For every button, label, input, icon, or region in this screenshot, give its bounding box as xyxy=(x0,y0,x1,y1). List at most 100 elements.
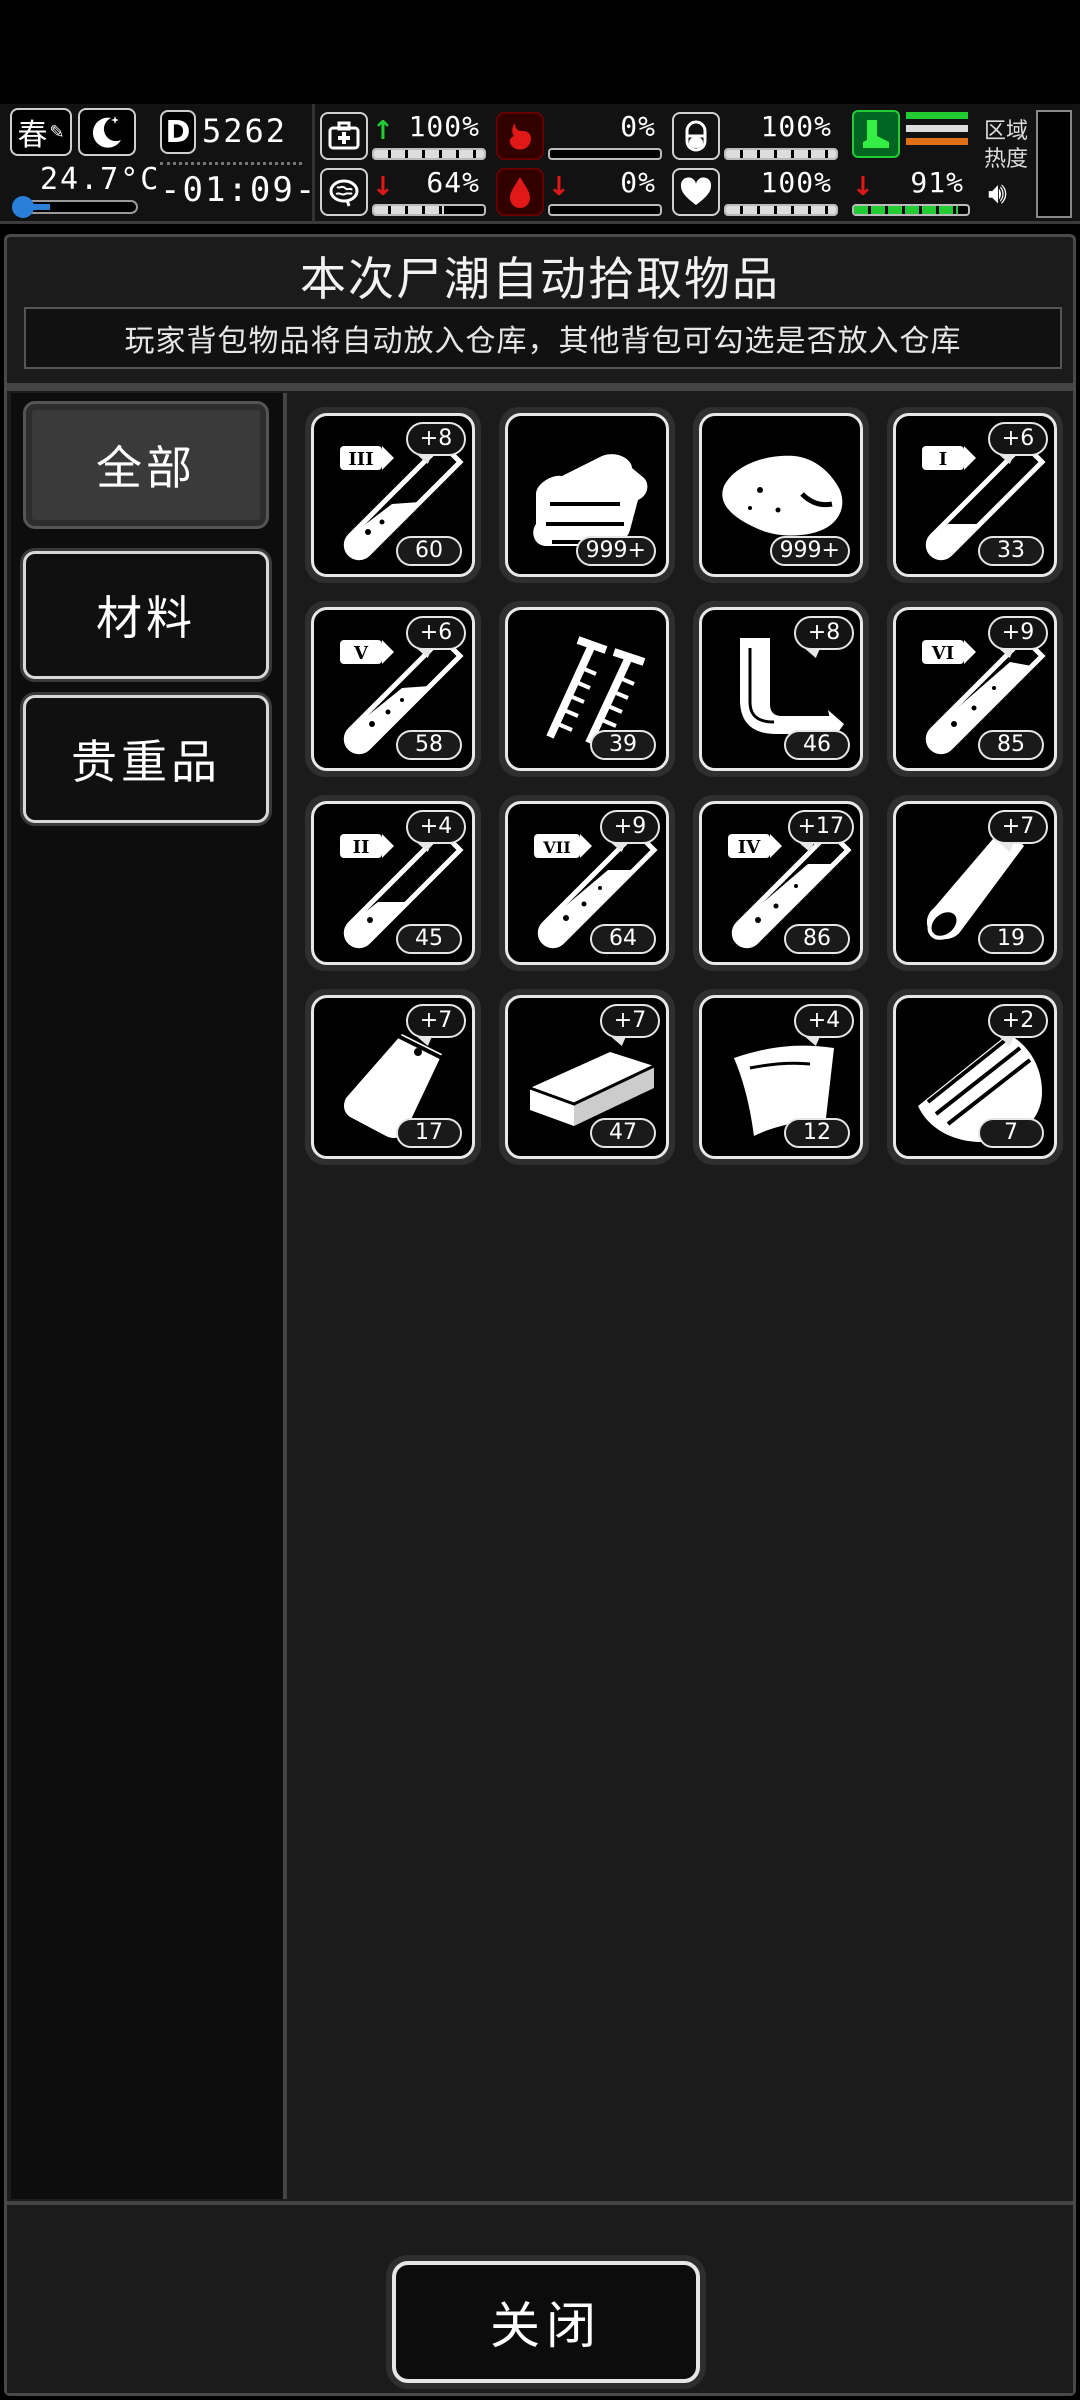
sanity-stat: ↓ 64% xyxy=(320,166,486,218)
pill-percent: 100% xyxy=(760,110,832,143)
status-divider xyxy=(312,104,315,222)
item-slot[interactable]: V +6 58 xyxy=(305,601,481,777)
zone-heat-meter xyxy=(1036,110,1072,218)
trend-down-icon: ↓ xyxy=(372,172,394,202)
item-slot[interactable]: +7 17 xyxy=(305,989,481,1165)
feather-icon: ✎ xyxy=(49,121,65,143)
item-count: 33 xyxy=(978,536,1044,566)
season-label: 春 xyxy=(17,118,48,153)
item-count: 85 xyxy=(978,730,1044,760)
item-count: 17 xyxy=(396,1118,462,1148)
svg-text:II: II xyxy=(353,837,370,858)
item-slot[interactable]: 39 xyxy=(499,601,675,777)
item-slot[interactable]: 999+ xyxy=(499,407,675,583)
item-count: 19 xyxy=(978,924,1044,954)
water-drop-icon xyxy=(496,168,544,216)
item-count: 46 xyxy=(784,730,850,760)
health-percent: 100% xyxy=(408,110,480,143)
dialog-title: 本次尸潮自动拾取物品 xyxy=(300,252,780,306)
item-slot[interactable]: +7 47 xyxy=(499,989,675,1165)
item-count: 12 xyxy=(784,1118,850,1148)
bonus-badge: +8 xyxy=(406,422,466,456)
item-slot[interactable]: VI +9 85 xyxy=(887,601,1063,777)
tab-all[interactable]: 全部 xyxy=(23,401,269,529)
hunger-percent: 0% xyxy=(620,110,656,143)
item-slot[interactable]: +7 19 xyxy=(887,795,1063,971)
bonus-badge: +7 xyxy=(600,1004,660,1038)
item-slot[interactable]: VII +9 64 xyxy=(499,795,675,971)
zone-heat-label: 区域 热度 xyxy=(984,119,1029,172)
item-count: 45 xyxy=(396,924,462,954)
item-slot[interactable]: IV +17 86 xyxy=(693,795,869,971)
sanity-percent: 64% xyxy=(426,166,480,199)
bonus-badge: +4 xyxy=(406,810,466,844)
svg-text:I: I xyxy=(939,449,947,470)
season-badge: 春 ✎ xyxy=(10,108,72,156)
item-slot[interactable]: +4 12 xyxy=(693,989,869,1165)
category-sidebar: 全部 材料 贵重品 xyxy=(11,393,287,2199)
dialog-subtitle: 玩家背包物品将自动放入仓库，其他背包可勾选是否放入仓库 xyxy=(24,307,1062,369)
pill-bar xyxy=(724,148,838,160)
hunger-stat: 0% xyxy=(496,110,662,162)
temperature-readout: 24.7°C xyxy=(40,162,161,197)
bonus-badge: +9 xyxy=(600,810,660,844)
stomach-icon xyxy=(496,112,544,160)
stamina-bar xyxy=(852,204,970,216)
dialog-footer: 关闭 xyxy=(7,2201,1073,2393)
header-divider xyxy=(7,383,1073,391)
clock-divider xyxy=(160,162,302,166)
svg-text:IV: IV xyxy=(738,837,761,858)
bonus-badge: +4 xyxy=(794,1004,854,1038)
item-slot[interactable]: 999+ xyxy=(693,407,869,583)
weather-stripes-icon xyxy=(906,112,968,156)
item-count: 58 xyxy=(396,730,462,760)
bonus-badge: +7 xyxy=(988,810,1048,844)
svg-text:VI: VI xyxy=(931,643,954,664)
tab-materials[interactable]: 材料 xyxy=(23,551,269,679)
medkit-icon xyxy=(320,112,368,160)
svg-text:III: III xyxy=(348,449,373,470)
speaker-icon[interactable]: 🔊︎ xyxy=(988,176,1007,211)
item-slot[interactable]: +2 7 xyxy=(887,989,1063,1165)
item-count: 60 xyxy=(396,536,462,566)
item-count: 47 xyxy=(590,1118,656,1148)
pill-icon xyxy=(672,112,720,160)
auto-pickup-dialog: 本次尸潮自动拾取物品 玩家背包物品将自动放入仓库，其他背包可勾选是否放入仓库 全… xyxy=(4,234,1076,2396)
hunger-bar xyxy=(548,148,662,160)
item-slot[interactable]: III +8 60 xyxy=(305,407,481,583)
trend-down-icon: ↓ xyxy=(852,172,874,202)
heart-icon xyxy=(672,168,720,216)
trend-up-icon: ↑ xyxy=(372,116,394,146)
tab-valuables[interactable]: 贵重品 xyxy=(23,695,269,823)
health-stat: ↑ 100% xyxy=(320,110,486,162)
thirst-bar xyxy=(548,204,662,216)
temperature-gauge xyxy=(12,196,138,218)
item-slot[interactable]: +8 46 xyxy=(693,601,869,777)
trend-down-icon: ↓ xyxy=(548,172,570,202)
thirst-stat: ↓ 0% xyxy=(496,166,662,218)
health-bar xyxy=(372,148,486,160)
day-counter: 5262 xyxy=(202,112,288,150)
item-count: 999+ xyxy=(769,536,850,566)
item-slot[interactable]: II +4 45 xyxy=(305,795,481,971)
moon-icon xyxy=(78,108,136,156)
close-button[interactable]: 关闭 xyxy=(386,2255,706,2389)
bonus-badge: +2 xyxy=(988,1004,1048,1038)
bonus-badge: +9 xyxy=(988,616,1048,650)
bonus-badge: +17 xyxy=(787,810,854,844)
pill-stat: 100% xyxy=(672,110,838,162)
status-bar: 春 ✎ 24.7°C D 5262 -01:09- ↑ 100% 0% 100%… xyxy=(0,104,1080,224)
bonus-badge: +6 xyxy=(406,616,466,650)
mood-stat: 100% xyxy=(672,166,838,218)
bonus-badge: +6 xyxy=(988,422,1048,456)
thirst-percent: 0% xyxy=(620,166,656,199)
stamina-percent: 91% xyxy=(910,166,964,199)
mood-percent: 100% xyxy=(760,166,832,199)
item-count: 86 xyxy=(784,924,850,954)
item-count: 64 xyxy=(590,924,656,954)
item-slot[interactable]: I +6 33 xyxy=(887,407,1063,583)
sanity-bar xyxy=(372,204,486,216)
svg-text:V: V xyxy=(353,643,369,664)
day-letter: D xyxy=(160,110,196,154)
mood-bar xyxy=(724,204,838,216)
